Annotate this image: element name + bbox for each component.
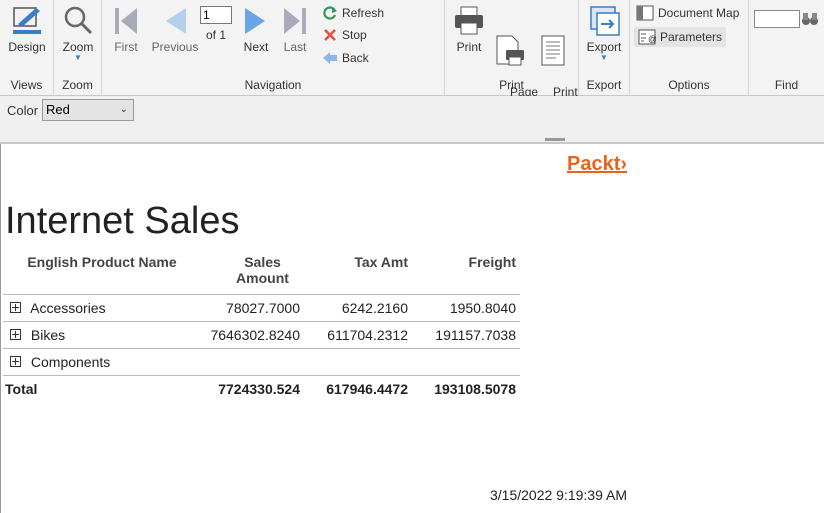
table-row: Components [3,348,520,376]
page-count-label: of 1 [206,28,227,42]
refresh-button[interactable]: Refresh [322,5,384,21]
stop-icon [324,29,336,41]
color-parameter-label: Color [7,103,39,118]
report-timestamp: 3/15/2022 9:19:39 AM [490,487,627,503]
page-number-input[interactable] [200,6,232,24]
find-input[interactable] [754,10,800,28]
design-button[interactable]: Design [8,4,46,54]
options-group: Document Map @ Parameters Options [630,0,749,95]
export-icon [590,6,620,36]
table-row: Bikes 7646302.8240 611704.2312 191157.70… [3,321,520,349]
total-freight: 193108.5078 [412,375,520,402]
color-select-value: Red [46,102,70,117]
freight-cell: 1950.8040 [412,294,520,322]
product-cell: Bikes [3,321,201,349]
chevron-down-icon: ⌄ [119,104,128,115]
total-row: Total 7724330.524 617946.4472 193108.507… [3,375,520,402]
export-group-label: Export [586,78,622,92]
expand-plus-icon[interactable] [10,301,21,313]
export-group: Export ▼ Export [579,0,630,95]
zoom-magnifier-icon [64,6,93,35]
column-header-tax-amt: Tax Amt [354,254,408,270]
design-icon [13,7,41,34]
print-group-label: Print [499,78,524,92]
previous-page-button[interactable]: Previous [148,4,202,54]
print-layout-icon [541,35,565,66]
column-header-freight: Freight [468,254,516,270]
sales-table: English Product Name Sales Amount Tax Am… [3,252,520,402]
sales-amount-cell: 78027.7000 [201,294,304,322]
print-button[interactable]: Print [451,4,487,54]
zoom-dropdown-icon: ▼ [74,53,82,62]
find-group: Find [749,0,824,95]
previous-page-icon [166,8,186,34]
parameters-button[interactable]: @ Parameters [634,27,727,47]
parameters-bar: Color Red ⌄ [0,96,824,144]
table-row: Accessories 78027.7000 6242.2160 1950.80… [3,294,520,322]
product-cell: Accessories [3,294,201,322]
zoom-group-label: Zoom [62,78,93,92]
back-button[interactable]: Back [322,50,369,66]
column-header-sales-amount: Sales Amount [236,254,289,286]
first-page-icon [115,8,137,34]
splitter-handle[interactable] [545,138,565,141]
report-canvas: Packt› Internet Sales English Product Na… [0,144,824,513]
views-group-label: Views [10,78,43,92]
color-parameter-select[interactable]: Red ⌄ [42,99,134,121]
find-group-label: Find [774,78,799,92]
column-header-product: English Product Name [27,254,177,270]
next-page-button[interactable]: Next [239,4,273,54]
ribbon-toolbar: Design Views Zoom ▼ Zoom First Previous … [0,0,824,114]
navigation-group-label: Navigation [244,78,302,92]
tax-amt-cell [304,348,412,376]
binoculars-icon[interactable] [801,11,819,27]
navigation-group: First Previous of 1 Next Last [102,0,445,95]
total-label: Total [3,375,201,402]
last-page-button[interactable]: Last [278,4,312,54]
zoom-group: Zoom ▼ Zoom [54,0,102,95]
tax-amt-cell: 611704.2312 [304,321,412,349]
tax-amt-cell: 6242.2160 [304,294,412,322]
sales-amount-cell: 7646302.8240 [201,321,304,349]
refresh-icon [323,6,337,20]
packt-logo: Packt› [567,153,628,175]
printer-icon [455,6,483,35]
options-group-label: Options [668,78,710,92]
total-sales-amount: 7724330.524 [201,375,304,402]
total-tax-amt: 617946.4472 [304,375,412,402]
stop-button[interactable]: Stop [322,27,367,43]
freight-cell [412,348,520,376]
freight-cell: 191157.7038 [412,321,520,349]
expand-plus-icon[interactable] [10,355,21,367]
svg-text:@: @ [648,34,656,44]
next-page-icon [245,8,265,34]
last-page-icon [284,8,306,34]
export-button[interactable]: Export ▼ [585,4,623,62]
first-page-button[interactable]: First [108,4,144,54]
document-map-icon [636,5,654,21]
views-group: Design Views [0,0,54,95]
back-arrow-icon [323,52,337,64]
product-cell: Components [3,348,201,376]
sales-amount-cell [201,348,304,376]
export-dropdown-icon: ▼ [600,53,608,62]
report-title: Internet Sales [5,200,240,242]
parameters-icon: @ [638,29,656,45]
zoom-button[interactable]: Zoom ▼ [60,4,96,62]
document-map-button[interactable]: Document Map [636,5,739,21]
page-setup-icon [496,35,524,66]
print-group: Print Page Setup Print Layout Print [445,0,579,114]
expand-plus-icon[interactable] [10,328,21,340]
